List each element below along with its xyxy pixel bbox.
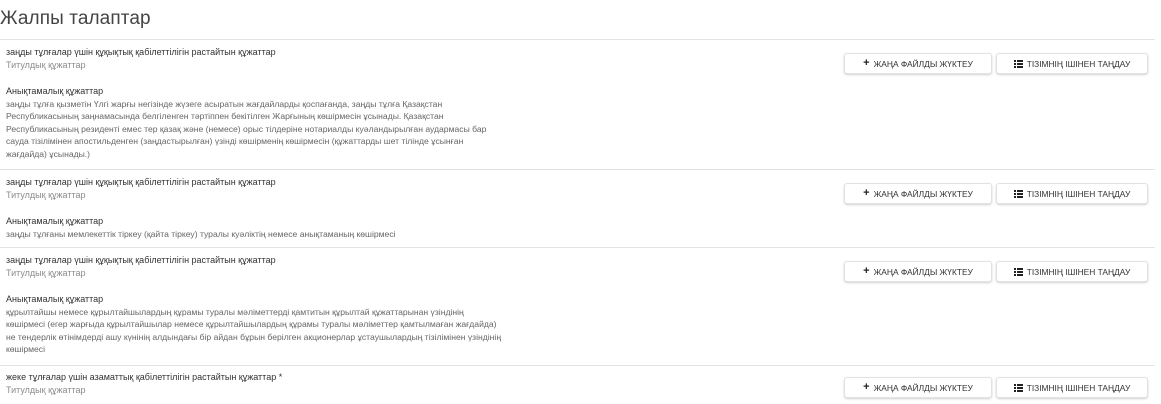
requirement-title: заңды тұлғалар үшін құқықтық қабілеттілі… — [6, 177, 276, 187]
requirement-subtitle: Титулдық құжаттар — [6, 268, 86, 278]
requirement-section: заңды тұлғалар үшін құқықтық қабілеттілі… — [0, 248, 1155, 366]
reference-docs-line: заңды тұлға қызметін Үлгі жарғы негізінд… — [6, 99, 443, 109]
requirement-title: заңды тұлғалар үшін құқықтық қабілеттілі… — [6, 47, 276, 57]
plus-icon: + — [863, 265, 870, 277]
upload-new-file-button[interactable]: + ЖАҢА ФАЙЛДЫ ЖҮКТЕУ — [844, 53, 992, 74]
reference-docs-label: Анықтамалық құжаттар — [6, 86, 104, 96]
list-icon — [1013, 189, 1023, 198]
upload-new-file-button[interactable]: + ЖАҢА ФАЙЛДЫ ЖҮКТЕУ — [844, 377, 992, 398]
reference-docs-text: құрылтайшы немесе құрылтайшылардың құрам… — [6, 306, 501, 356]
reference-docs-line: заңды тұлғаны мемлекеттік тіркеу (қайта … — [6, 229, 396, 239]
reference-docs-line: Республикасының резиденті емес тер қазақ… — [6, 123, 487, 134]
choose-button-label: ТІЗІМНІҢ ІШІНЕН ТАҢДАУ — [1026, 382, 1131, 393]
requirement-title: заңды тұлғалар үшін құқықтық қабілеттілі… — [6, 255, 276, 265]
choose-button-label: ТІЗІМНІҢ ІШІНЕН ТАҢДАУ — [1026, 266, 1131, 277]
reference-docs-line: жағдайда) ұсынады.) — [6, 148, 91, 159]
reference-docs-text: заңды тұлға қызметін Үлгі жарғы негізінд… — [6, 98, 486, 160]
reference-docs-label: Анықтамалық құжаттар — [6, 294, 104, 304]
choose-button-label: ТІЗІМНІҢ ІШІНЕН ТАҢДАУ — [1026, 188, 1131, 199]
reference-docs-line: Республикасының заңнамасында белгіленген… — [6, 111, 444, 122]
reference-docs-text: заңды тұлғаны мемлекеттік тіркеу (қайта … — [6, 228, 396, 240]
plus-icon: + — [863, 57, 870, 69]
upload-button-label: ЖАҢА ФАЙЛДЫ ЖҮКТЕУ — [873, 266, 973, 277]
upload-button-label: ЖАҢА ФАЙЛДЫ ЖҮКТЕУ — [873, 58, 973, 69]
choose-from-list-button[interactable]: ТІЗІМНІҢ ІШІНЕН ТАҢДАУ — [996, 183, 1148, 204]
requirement-subtitle: Титулдық құжаттар — [6, 190, 86, 200]
plus-icon: + — [863, 381, 870, 393]
requirement-subtitle: Титулдық құжаттар — [6, 60, 86, 70]
reference-docs-label: Анықтамалық құжаттар — [6, 216, 104, 226]
list-icon — [1013, 59, 1023, 68]
choose-from-list-button[interactable]: ТІЗІМНІҢ ІШІНЕН ТАҢДАУ — [996, 261, 1148, 282]
requirement-section: заңды тұлғалар үшін құқықтық қабілеттілі… — [0, 170, 1155, 248]
list-icon — [1013, 383, 1023, 392]
requirement-section: жеке тұлғалар үшін азаматтық қабілеттілі… — [0, 366, 1155, 404]
choose-button-label: ТІЗІМНІҢ ІШІНЕН ТАҢДАУ — [1026, 58, 1131, 69]
choose-from-list-button[interactable]: ТІЗІМНІҢ ІШІНЕН ТАҢДАУ — [996, 377, 1148, 398]
list-icon — [1013, 267, 1023, 276]
requirement-subtitle: Титулдық құжаттар — [6, 385, 86, 395]
reference-docs-line: көшірмесі — [6, 344, 46, 355]
page-title: Жалпы талаптар — [0, 8, 151, 29]
requirement-title: жеке тұлғалар үшін азаматтық қабілеттілі… — [6, 372, 283, 382]
requirement-section: заңды тұлғалар үшін құқықтық қабілеттілі… — [0, 40, 1155, 170]
reference-docs-line: не тендерлік өтінімдерді ашу күнінің алд… — [6, 331, 502, 342]
reference-docs-line: көшірмесі (егер жарғыда құрылтайшылар не… — [6, 319, 497, 330]
reference-docs-line: құрылтайшы немесе құрылтайшылардың құрам… — [6, 307, 464, 317]
plus-icon: + — [863, 187, 870, 199]
choose-from-list-button[interactable]: ТІЗІМНІҢ ІШІНЕН ТАҢДАУ — [996, 53, 1148, 74]
upload-button-label: ЖАҢА ФАЙЛДЫ ЖҮКТЕУ — [873, 188, 973, 199]
upload-button-label: ЖАҢА ФАЙЛДЫ ЖҮКТЕУ — [873, 382, 973, 393]
reference-docs-line: сауда тізілімінен апостильденген (заңдас… — [6, 136, 464, 147]
upload-new-file-button[interactable]: + ЖАҢА ФАЙЛДЫ ЖҮКТЕУ — [844, 183, 992, 204]
upload-new-file-button[interactable]: + ЖАҢА ФАЙЛДЫ ЖҮКТЕУ — [844, 261, 992, 282]
